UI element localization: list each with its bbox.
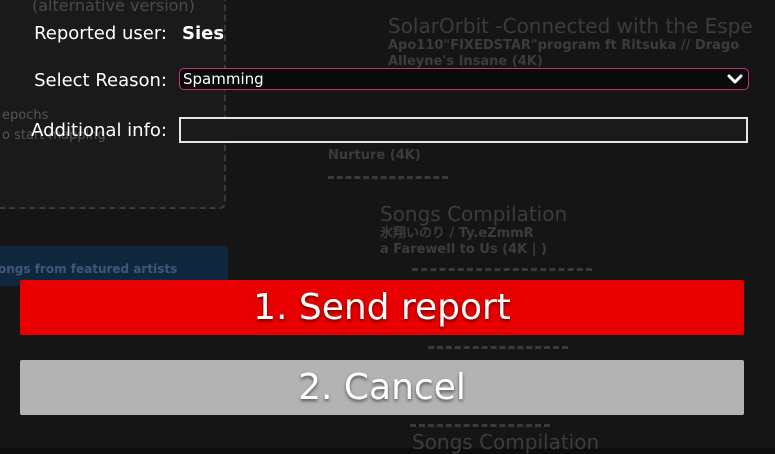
additional-info-input[interactable] (179, 117, 748, 143)
reason-label: Select Reason: (34, 69, 167, 91)
reason-row: Select Reason: (0, 68, 167, 92)
reported-user-value: Sies (182, 22, 225, 44)
report-dialog: Reported user: Sies Select Reason: Spamm… (0, 0, 775, 448)
cancel-button[interactable]: 2. Cancel (20, 360, 744, 415)
additional-info-row: Additional info: (0, 118, 167, 142)
chevron-down-icon (727, 74, 743, 84)
reported-user-label: Reported user: (34, 22, 167, 44)
reported-user-row: Reported user: Sies (0, 21, 224, 45)
additional-info-label: Additional info: (31, 119, 167, 141)
reason-selected-value: Spamming (183, 70, 264, 88)
reason-select[interactable]: Spamming (179, 68, 749, 90)
send-report-button[interactable]: 1. Send report (20, 280, 744, 335)
